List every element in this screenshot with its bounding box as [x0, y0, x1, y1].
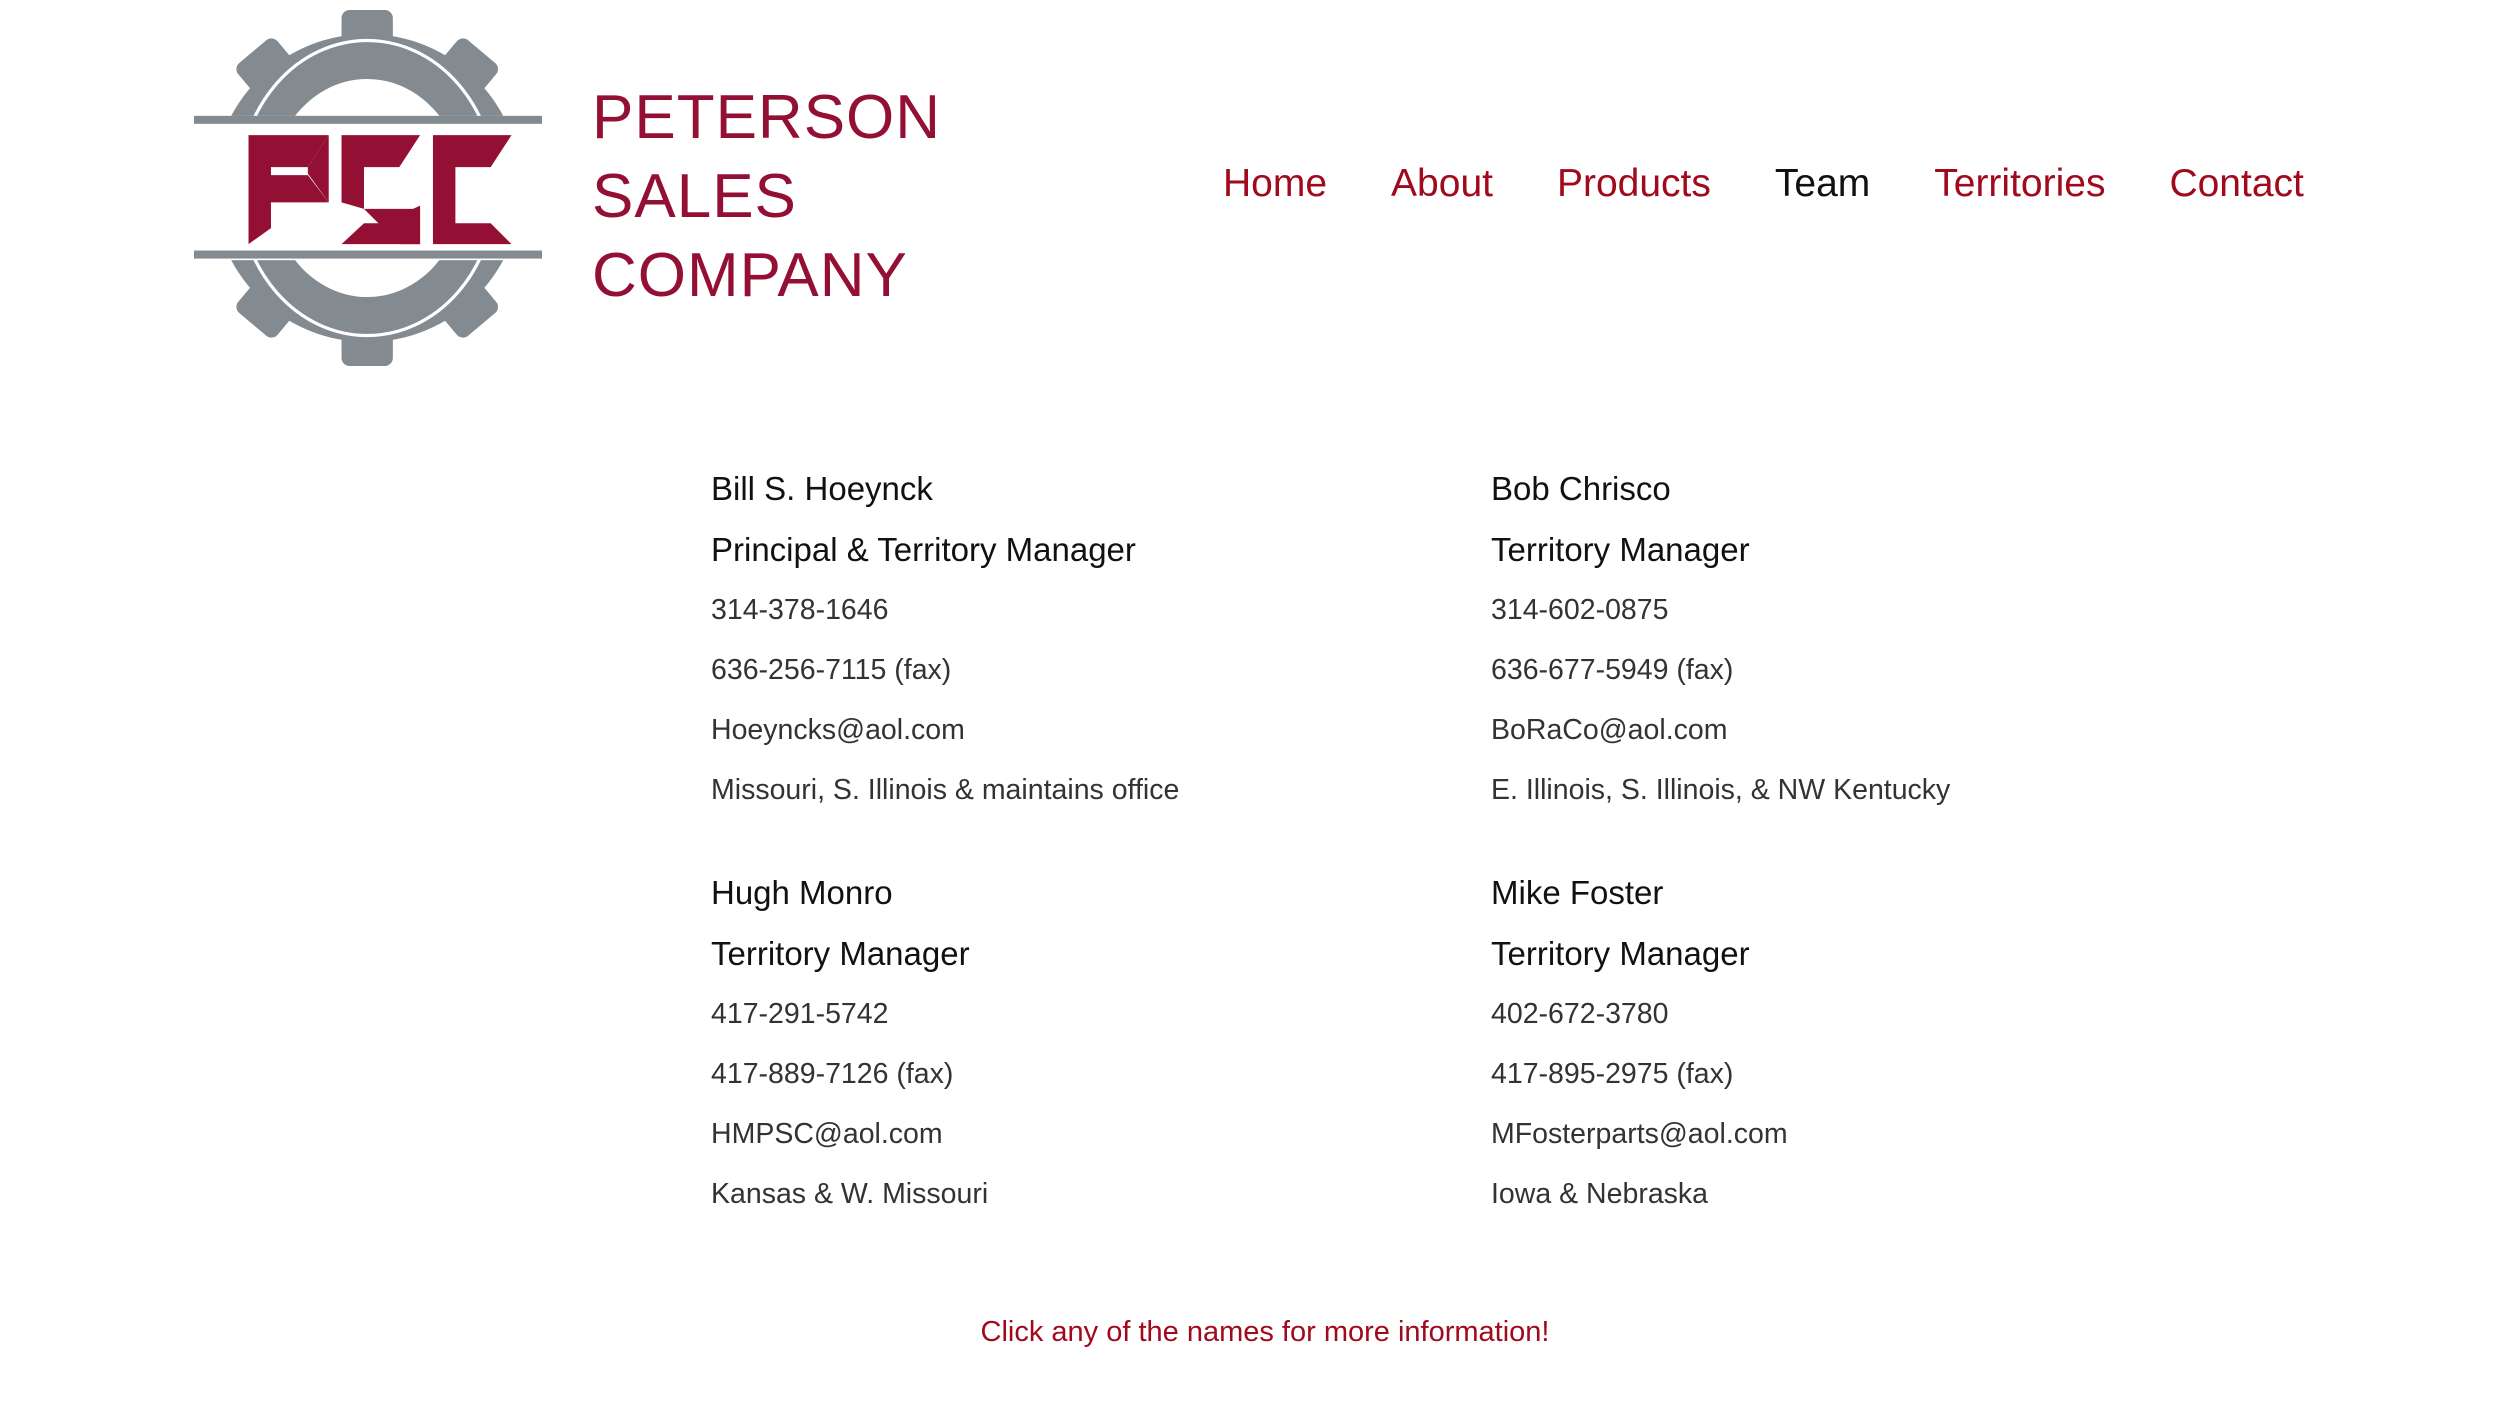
company-name-line-2: SALES	[592, 162, 797, 231]
psc-gear-logo[interactable]	[194, 10, 542, 366]
member-fax: 636-677-5949 (fax)	[1491, 654, 1734, 686]
nav-team[interactable]: Team	[1775, 162, 1870, 206]
company-name[interactable]: PETERSON SALES COMPANY	[592, 78, 941, 315]
nav-territories[interactable]: Territories	[1934, 162, 2105, 206]
member-role: Territory Manager	[1491, 935, 1750, 972]
member-role: Territory Manager	[1491, 531, 1750, 568]
member-name-link[interactable]: Bill S. Hoeynck	[711, 470, 933, 508]
member-fax: 417-889-7126 (fax)	[711, 1058, 954, 1090]
member-name-link[interactable]: Mike Foster	[1491, 874, 1663, 912]
member-role: Principal & Territory Manager	[711, 531, 1136, 568]
member-name-link[interactable]: Hugh Monro	[711, 874, 893, 912]
member-role: Territory Manager	[711, 935, 970, 972]
member-phone: 417-291-5742	[711, 998, 889, 1030]
member-territory: Missouri, S. Illinois & maintains office	[711, 774, 1180, 806]
member-email: Hoeyncks@aol.com	[711, 714, 965, 746]
member-email: MFosterparts@aol.com	[1491, 1118, 1788, 1150]
member-phone: 314-602-0875	[1491, 594, 1669, 626]
member-fax: 417-895-2975 (fax)	[1491, 1058, 1734, 1090]
member-name-link[interactable]: Bob Chrisco	[1491, 470, 1671, 508]
nav-contact[interactable]: Contact	[2169, 162, 2303, 206]
member-territory: Iowa & Nebraska	[1491, 1178, 1709, 1210]
member-phone: 314-378-1646	[711, 594, 889, 626]
member-territory: E. Illinois, S. Illinois, & NW Kentucky	[1491, 774, 1951, 806]
main-nav: Home About Products Team Territories Con…	[1223, 162, 2304, 206]
nav-products[interactable]: Products	[1557, 162, 1711, 206]
member-territory: Kansas & W. Missouri	[711, 1178, 989, 1210]
member-email: HMPSC@aol.com	[711, 1118, 943, 1150]
company-name-line-1: PETERSON	[592, 83, 942, 152]
nav-about[interactable]: About	[1391, 162, 1493, 206]
member-fax: 636-256-7115 (fax)	[711, 654, 952, 686]
member-phone: 402-672-3780	[1491, 998, 1669, 1030]
member-email: BoRaCo@aol.com	[1491, 714, 1728, 746]
names-info-note: Click any of the names for more informat…	[980, 1316, 1550, 1348]
company-name-line-3: COMPANY	[592, 241, 908, 310]
nav-home[interactable]: Home	[1223, 162, 1327, 206]
